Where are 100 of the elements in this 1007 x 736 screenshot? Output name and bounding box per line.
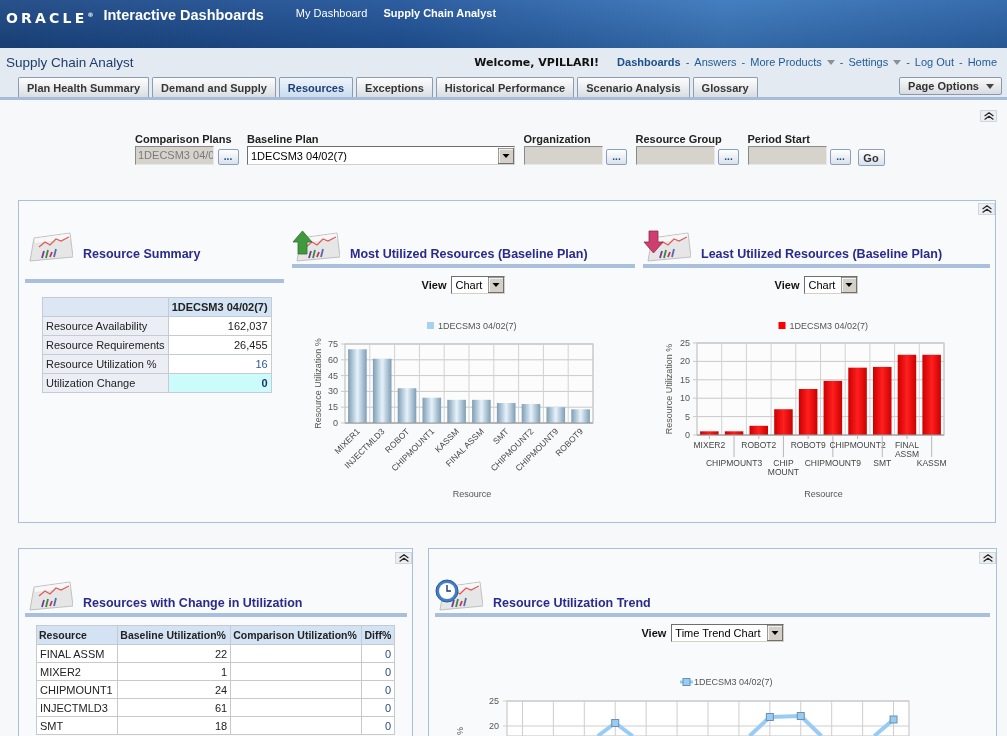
column-header: Resource <box>36 625 118 645</box>
tick-label: 0 <box>333 418 338 428</box>
tab[interactable]: Exceptions <box>356 77 433 97</box>
tick-label: 20 <box>489 721 499 731</box>
tab[interactable]: Demand and Supply <box>152 77 276 97</box>
double-chevron-icon <box>982 554 993 562</box>
collapse-button[interactable] <box>980 110 997 122</box>
chart-down-arrow-icon <box>643 230 691 262</box>
link-separator: - <box>685 56 690 68</box>
column-header: 1DECSM3 04/02(7) <box>168 297 272 317</box>
column-header: Diff% <box>362 625 395 645</box>
axis-title: Resource <box>804 489 843 499</box>
bar <box>447 399 466 423</box>
view-dropdown[interactable]: Chart <box>451 276 506 294</box>
double-chevron-icon <box>398 554 409 562</box>
legend-label: 1DECSM3 04/02(7) <box>438 321 517 331</box>
field-label: Period Start <box>747 133 811 145</box>
double-chevron-icon <box>983 112 994 120</box>
category-label: CHIPMOUNT2 <box>829 440 886 450</box>
category-label: CHIPMOUNT3 <box>705 458 763 468</box>
data-point <box>889 715 898 724</box>
dropdown-field[interactable]: 1DECSM3 04/02(7) <box>247 146 515 165</box>
data-point <box>765 713 774 721</box>
nav-link[interactable]: Supply Chain Analyst <box>383 6 497 20</box>
view-label: View <box>641 627 667 639</box>
category-label: CHIP MOUNT <box>767 458 800 477</box>
dropdown-arrow-icon <box>488 277 505 293</box>
page-options-button[interactable]: Page Options <box>899 77 1002 95</box>
logo: ORACLE$^{®}$ <box>6 9 94 27</box>
section-title: Resource Utilization Trend <box>493 596 651 611</box>
menu-link[interactable]: Dashboards <box>617 56 681 68</box>
tick-label: 20 <box>680 356 690 367</box>
tick-label: 15 <box>328 402 338 413</box>
view-label: View <box>774 279 800 291</box>
menu-link[interactable]: Log Out <box>914 56 954 68</box>
collapse-button[interactable] <box>395 552 412 564</box>
bar <box>724 431 744 435</box>
link-separator: - <box>906 56 910 68</box>
field-label: Comparison Plans <box>135 133 233 145</box>
category-label: FINAL ASSM <box>894 440 919 459</box>
caret-icon <box>986 83 994 89</box>
axis-title: Resource Utilization % <box>313 338 323 429</box>
collapse-button[interactable] <box>979 552 996 564</box>
legend-marker-icon <box>680 678 693 686</box>
column-header: Comparison Utilization% <box>230 625 362 645</box>
axis-title: % <box>455 727 465 735</box>
category-label: ROBOT9 <box>790 440 826 450</box>
chart-clock-icon <box>435 579 483 611</box>
tab[interactable]: Plan Health Summary <box>18 77 150 97</box>
column-header: Baseline Utilization% <box>117 625 231 645</box>
view-dropdown[interactable]: Chart <box>804 276 859 294</box>
dropdown-arrow-icon <box>498 147 514 164</box>
legend-label: 1DECSM3 04/02(7) <box>789 321 869 331</box>
tab[interactable]: Scenario Analysis <box>577 77 690 97</box>
tab[interactable]: Historical Performance <box>435 77 575 97</box>
view-dropdown[interactable]: Time Trend Chart <box>671 624 784 642</box>
dropdown-arrow-icon <box>766 625 783 641</box>
menu-link[interactable]: More Products <box>750 56 835 68</box>
go-button[interactable]: Go <box>857 149 885 166</box>
menu-link[interactable]: Answers <box>694 56 737 68</box>
menu-link[interactable]: Settings <box>848 56 902 68</box>
tab[interactable]: Glossary <box>692 77 758 97</box>
section-title: Resource Summary <box>83 247 201 262</box>
data-point <box>611 719 620 727</box>
chart-up-arrow-icon <box>292 230 340 262</box>
tick-label: 10 <box>680 393 690 404</box>
double-chevron-icon <box>981 205 992 213</box>
section-title: Resources with Change in Utilization <box>83 596 303 611</box>
link-separator: - <box>741 56 746 68</box>
tick-label: 60 <box>328 354 338 365</box>
view-label: View <box>421 279 447 291</box>
axis-title: Resource Utilization % <box>664 343 674 435</box>
tick-label: 30 <box>328 386 338 397</box>
bar <box>848 367 867 435</box>
dropdown-arrow-icon <box>841 277 858 293</box>
section-title: Most Utilized Resources (Baseline Plan) <box>350 247 588 262</box>
link-separator: - <box>959 56 963 68</box>
bar <box>472 399 491 423</box>
tick-label: 75 <box>328 339 338 349</box>
tab[interactable]: Resources <box>278 77 354 97</box>
axis-title: Resource <box>452 489 492 499</box>
bar <box>749 425 768 435</box>
menu-link[interactable]: Home <box>967 56 997 68</box>
category-label: ROBOT2 <box>741 440 777 450</box>
caret-icon <box>826 59 835 65</box>
data-point <box>796 712 805 720</box>
collapse-button[interactable] <box>978 203 995 215</box>
nav-link[interactable]: My Dashboard <box>295 6 368 20</box>
field-label: Organization <box>523 133 592 145</box>
bar <box>700 431 719 435</box>
bar <box>571 409 590 423</box>
category-label: MIXER2 <box>693 440 726 450</box>
app-title: Interactive Dashboards <box>103 6 264 24</box>
category-label: KASSM <box>916 458 947 468</box>
dashboard-title: Supply Chain Analyst <box>6 54 135 70</box>
category-label: SMT <box>873 458 892 468</box>
category-label: CHIPMOUNT9 <box>804 458 861 468</box>
section-title: Least Utilized Resources (Baseline Plan) <box>701 247 943 262</box>
tick-label: 15 <box>680 374 690 385</box>
tick-label: 5 <box>685 411 690 422</box>
